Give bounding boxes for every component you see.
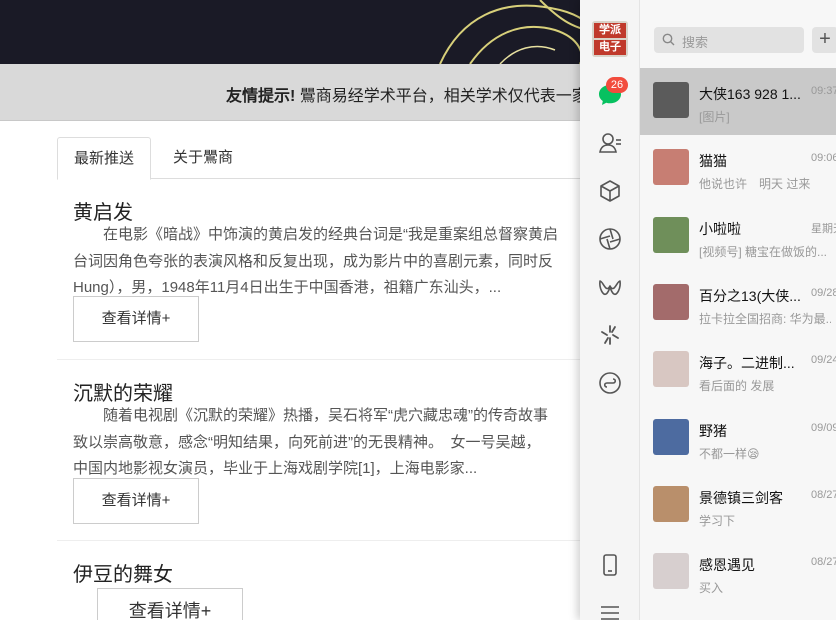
summary-line: 致以崇高敬意，感念“明知结果，向死前进”的无畏精神。 女一号吴越，: [73, 433, 541, 451]
view-details-button[interactable]: 查看详情+: [73, 478, 199, 524]
chat-time: 09/24: [811, 354, 836, 367]
notice-message: 鷪商易经学术平台，相关学术仅代表一家: [295, 88, 588, 105]
chat-avatar: [653, 82, 689, 118]
chat-name: 感恩遇见: [699, 557, 755, 574]
chat-name: 海子。二进制...: [699, 355, 795, 372]
tab-bar: 最新推送 关于鷪商: [57, 137, 657, 180]
wechat-window: 学派 电子 26 搜索 + 大侠163 928 1... 09:37 [图片] …: [580, 0, 836, 620]
chat-last-message: 拉卡拉全国招商: 华为最...: [699, 311, 831, 326]
chat-name: 百分之13(大侠...: [699, 287, 801, 304]
wechat-sidebar: 学派 电子 26: [580, 0, 640, 620]
contacts-icon[interactable]: [597, 130, 623, 156]
summary-line: 随着电视剧《沉默的荣耀》热播，吴石将军“虎穴藏忠魂”的传奇故事: [73, 407, 548, 424]
search-input[interactable]: 搜索: [654, 27, 804, 53]
notice-text: 友情提示! 鷪商易经学术平台，相关学术仅代表一家: [226, 82, 588, 106]
search-icon: [662, 33, 675, 46]
article-title: 沉默的荣耀: [73, 383, 173, 405]
chat-last-message: [视频号] 糖宝在做饭的...: [699, 244, 828, 259]
tab-about[interactable]: 关于鷪商: [157, 137, 249, 179]
unread-badge: 26: [606, 77, 628, 93]
avatar-text-bottom: 电子: [594, 40, 626, 55]
avatar-text-top: 学派: [594, 23, 626, 38]
chat-item[interactable]: 百分之13(大侠... 09/28 拉卡拉全国招商: 华为最...: [640, 270, 836, 337]
chat-avatar: [653, 553, 689, 590]
article-item: 沉默的荣耀 随着电视剧《沉默的荣耀》热播，吴石将军“虎穴藏忠魂”的传奇故事 致以…: [57, 374, 657, 534]
article-summary: 在电影《暗战》中饰演的黄启发的经典台词是“我是重案组总督察黄启 台词因角色夸张的…: [73, 222, 633, 302]
summary-line: 在电影《暗战》中饰演的黄启发的经典台词是“我是重案组总督察黄启: [73, 226, 558, 243]
article-summary: 随着电视剧《沉默的荣耀》热播，吴石将军“虎穴藏忠魂”的传奇故事 致以崇高敬意，感…: [73, 403, 633, 483]
chat-last-message: [图片]: [699, 110, 730, 124]
article-item: 伊豆的舞女 查看详情+: [57, 555, 657, 620]
divider: [57, 540, 617, 541]
menu-icon[interactable]: [597, 600, 623, 620]
chat-time: 08/27: [811, 488, 836, 501]
moments-icon[interactable]: [597, 226, 623, 252]
chat-name: 野猪: [699, 422, 727, 439]
chat-last-message: 学习下: [699, 513, 736, 528]
chat-item[interactable]: 小啦啦 星期天 [视频号] 糖宝在做饭的...: [640, 203, 836, 270]
view-details-button[interactable]: 查看详情+: [73, 296, 199, 342]
chat-item[interactable]: 感恩遇见 08/27 买入: [640, 539, 836, 606]
chat-last-message: 看后面的 发展: [699, 379, 775, 394]
chat-time: 09:06: [811, 152, 836, 165]
chat-time: 星期天: [811, 222, 836, 235]
chat-name: 大侠163 928 1...: [699, 86, 801, 102]
search-placeholder: 搜索: [682, 35, 709, 50]
search-star-icon[interactable]: [597, 322, 623, 348]
article-title: 黄启发: [73, 202, 133, 224]
chat-avatar: [653, 216, 689, 253]
chat-last-message: 不都一样😪: [699, 446, 760, 461]
add-button[interactable]: +: [812, 27, 836, 53]
chat-time: 09/09: [811, 421, 836, 434]
chat-avatar: [653, 418, 689, 455]
chat-time: 09/28: [811, 286, 836, 299]
channels-icon[interactable]: [597, 274, 623, 300]
chat-list-panel: 搜索 + 大侠163 928 1... 09:37 [图片] 猫猫 09:06 他说也许 …: [640, 0, 836, 620]
notice-label: 友情提示!: [226, 88, 296, 105]
chat-item[interactable]: 野猪 09/09 不都一样😪: [640, 405, 836, 472]
phone-icon[interactable]: [597, 552, 623, 578]
summary-line: 台词因角色夸张的表演风格和反复出现，成为影片中的喜剧元素，同时反: [73, 252, 554, 270]
chat-last-message: 他说也许 明天 过来: [699, 177, 811, 192]
chat-last-message: 买入: [699, 581, 724, 596]
chat-name: 猫猫: [699, 153, 727, 170]
chat-item[interactable]: 景德镇三剑客 08/27 学习下: [640, 472, 836, 539]
chat-time: 09:37: [811, 85, 836, 97]
chat-avatar: [653, 485, 689, 522]
divider: [57, 359, 617, 360]
chat-avatar: [653, 351, 689, 388]
avatar[interactable]: 学派 电子: [592, 21, 628, 57]
mini-programs-icon[interactable]: [597, 370, 623, 396]
chat-avatar: [653, 283, 689, 320]
chat-item[interactable]: 大侠163 928 1... 09:37 [图片]: [640, 68, 836, 135]
article-title: 伊豆的舞女: [73, 564, 173, 586]
chat-time: 08/27: [811, 556, 836, 569]
view-details-button[interactable]: 查看详情+: [97, 588, 243, 620]
favorites-cube-icon[interactable]: [597, 178, 623, 204]
tab-latest[interactable]: 最新推送: [57, 137, 152, 180]
article-item: 黄启发 在电影《暗战》中饰演的黄启发的经典台词是“我是重案组总督察黄启 台词因角…: [57, 193, 657, 353]
chat-name: 小啦啦: [699, 220, 741, 237]
chat-name: 景德镇三剑客: [699, 489, 783, 506]
chat-avatar: [653, 149, 689, 186]
chat-item[interactable]: 海子。二进制... 09/24 看后面的 发展: [640, 337, 836, 404]
chat-item[interactable]: 猫猫 09:06 他说也许 明天 过来: [640, 135, 836, 202]
